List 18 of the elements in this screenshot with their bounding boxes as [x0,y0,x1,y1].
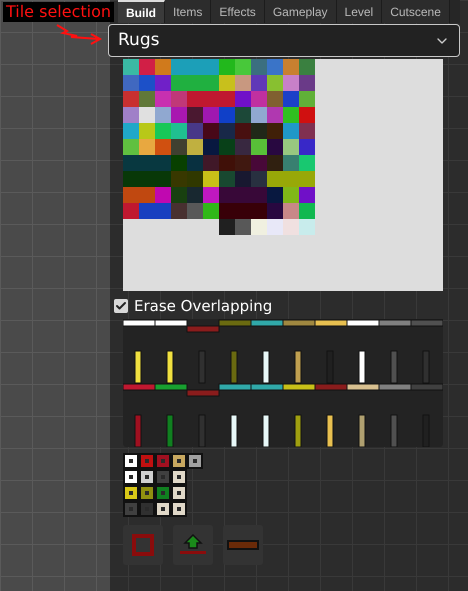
tab[interactable]: Cutscene [382,0,450,23]
tab[interactable]: Build [118,0,165,23]
square-outline-icon [131,533,155,557]
tab[interactable]: Effects [211,0,265,23]
annotation-label: Tile selection [3,2,114,22]
checkbox[interactable] [114,299,128,313]
tab[interactable]: Level [336,0,382,23]
bar-icon [227,540,259,550]
tile-set-dropdown[interactable]: Rugs [108,24,460,57]
checkbox-label: Erase Overlapping [134,296,272,317]
tab[interactable]: Gameplay [264,0,337,23]
raise-tool-button[interactable] [173,525,213,565]
block-tiles-drawing[interactable] [123,453,203,517]
check-icon [115,300,127,312]
up-arrow-line-icon [179,534,207,556]
tab[interactable]: Items [165,0,212,23]
wall-tiles-drawing[interactable] [123,319,443,447]
tile-palette-drawing[interactable] [123,59,315,235]
